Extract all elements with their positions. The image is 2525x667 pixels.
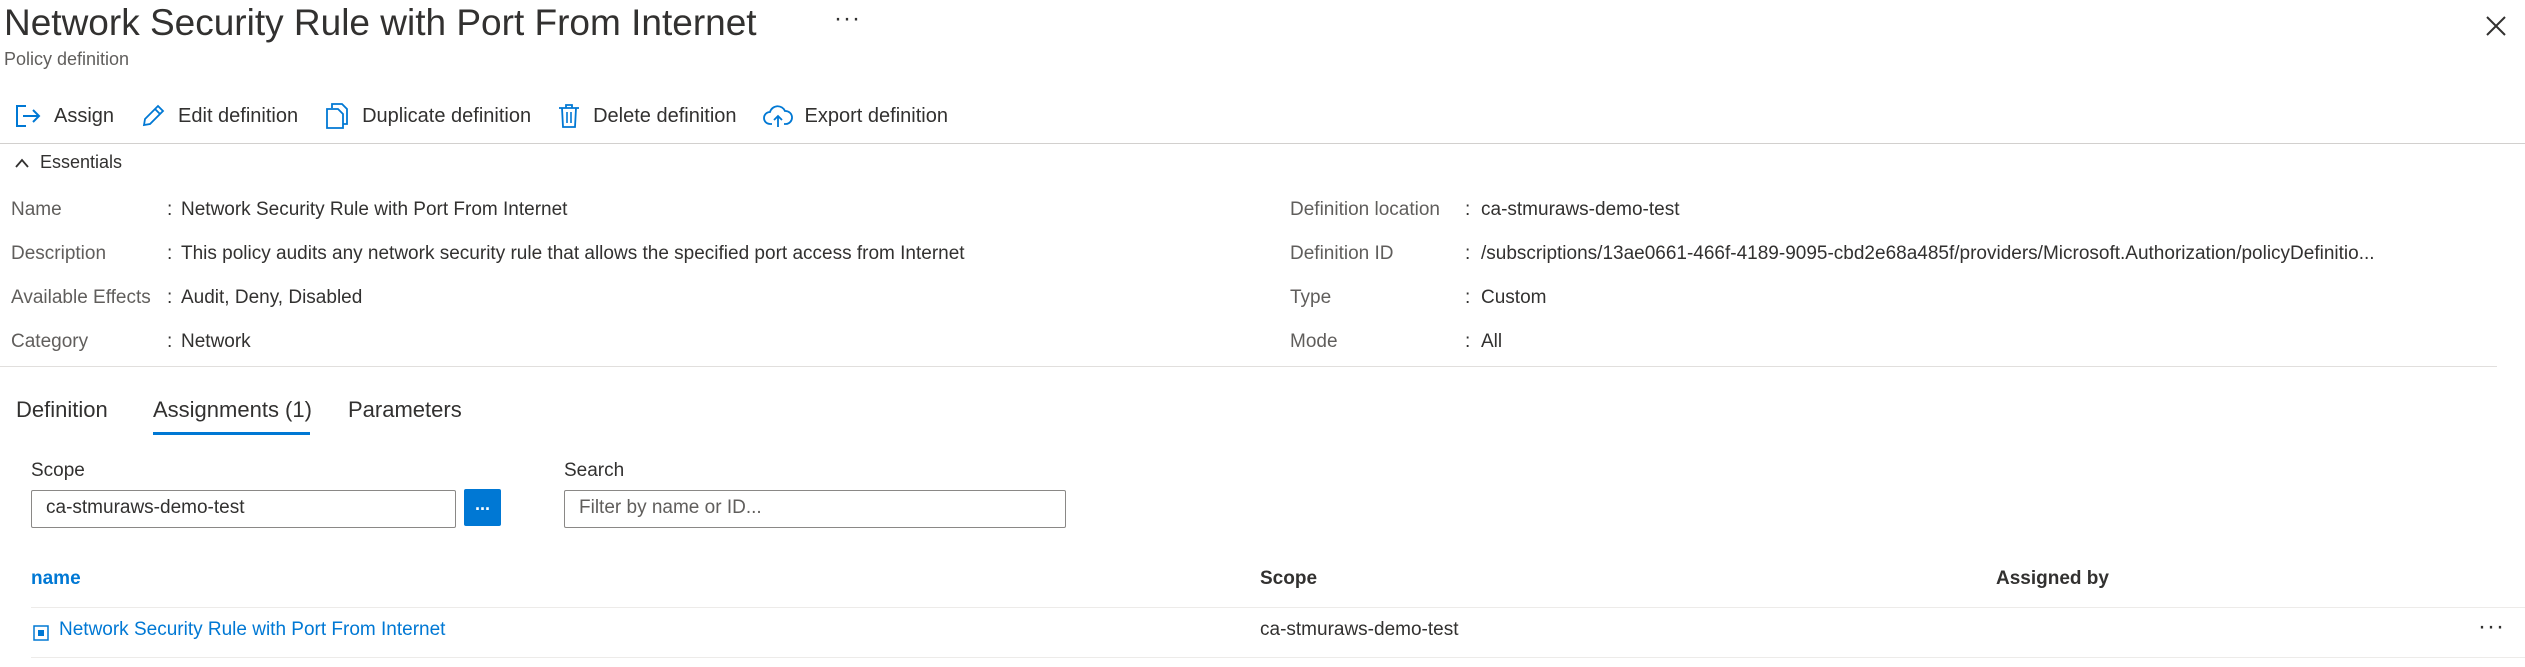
essentials-value: Network — [181, 331, 251, 352]
trash-icon — [559, 104, 580, 128]
delete-definition-button[interactable]: Delete definition — [557, 102, 737, 130]
essentials-colon: : — [167, 243, 173, 264]
essentials-label: Available Effects — [11, 287, 151, 308]
essentials-label: Definition ID — [1290, 243, 1394, 264]
duplicate-definition-label: Duplicate definition — [362, 104, 532, 127]
table-header-divider — [31, 607, 2525, 608]
copy-icon — [326, 103, 349, 129]
essentials-label: Category — [11, 331, 89, 352]
essentials-label: Description — [11, 243, 107, 264]
assignment-name-link[interactable]: Network Security Rule with Port From Int… — [59, 619, 445, 641]
essentials-label: Definition location — [1290, 199, 1440, 220]
search-input[interactable]: Filter by name or ID... — [564, 490, 1066, 528]
page-subtitle: Policy definition — [4, 49, 130, 69]
row-more-icon[interactable]: ··· — [2478, 615, 2505, 639]
column-header-name[interactable]: name — [31, 568, 81, 590]
essentials-divider — [0, 366, 2497, 367]
essentials-value: This policy audits any network security … — [181, 243, 965, 264]
essentials-value: /subscriptions/13ae0661-466f-4189-9095-c… — [1481, 243, 2375, 264]
essentials-colon: : — [1465, 243, 1471, 264]
policy-definition-page: Network Security Rule with Port From Int… — [0, 0, 2525, 667]
essentials-colon: : — [167, 287, 173, 308]
essentials-heading: Essentials — [40, 152, 123, 172]
toolbar-divider — [0, 143, 2525, 144]
scope-picker-button[interactable]: ... — [464, 489, 501, 526]
column-header-assigned-by[interactable]: Assigned by — [1996, 568, 2109, 590]
essentials-value: Audit, Deny, Disabled — [181, 287, 363, 308]
essentials-colon: : — [1465, 331, 1471, 352]
essentials-value: Network Security Rule with Port From Int… — [181, 199, 568, 220]
essentials-label: Name — [11, 199, 62, 220]
essentials-colon: : — [167, 199, 173, 220]
more-options-icon[interactable]: ··· — [834, 4, 861, 34]
scope-label: Scope — [31, 460, 85, 481]
assign-icon — [16, 105, 41, 127]
assign-label: Assign — [54, 104, 115, 127]
close-button[interactable] — [2476, 6, 2516, 46]
assignment-scope: ca-stmuraws-demo-test — [1260, 619, 1459, 640]
scope-field[interactable]: ca-stmuraws-demo-test — [31, 490, 456, 528]
essentials-toggle[interactable]: Essentials — [14, 152, 122, 173]
table-row-divider — [31, 657, 2525, 658]
essentials-label: Mode — [1290, 331, 1338, 352]
delete-definition-label: Delete definition — [593, 104, 737, 127]
assign-button[interactable]: Assign — [14, 103, 114, 129]
essentials-colon: : — [167, 331, 173, 352]
column-header-scope[interactable]: Scope — [1260, 568, 1317, 590]
search-label: Search — [564, 460, 625, 481]
active-tab-indicator — [153, 432, 310, 435]
close-icon — [2486, 16, 2506, 36]
upload-cloud-icon — [762, 105, 793, 127]
edit-definition-button[interactable]: Edit definition — [140, 103, 298, 129]
duplicate-definition-button[interactable]: Duplicate definition — [324, 102, 531, 130]
essentials-colon: : — [1465, 199, 1471, 220]
export-definition-label: Export definition — [804, 104, 948, 127]
policy-assignment-icon — [33, 625, 49, 641]
essentials-value: ca-stmuraws-demo-test — [1481, 199, 1680, 220]
essentials-value: Custom — [1481, 287, 1547, 308]
edit-definition-label: Edit definition — [178, 104, 299, 127]
essentials-colon: : — [1465, 287, 1471, 308]
page-title: Network Security Rule with Port From Int… — [4, 2, 757, 43]
edit-icon — [142, 104, 165, 127]
tab-definition[interactable]: Definition — [16, 392, 108, 438]
chevron-up-icon — [15, 158, 29, 168]
essentials-value: All — [1481, 331, 1503, 352]
tab-parameters[interactable]: Parameters — [348, 392, 462, 438]
export-definition-button[interactable]: Export definition — [762, 103, 948, 129]
essentials-label: Type — [1290, 287, 1332, 308]
command-bar: Assign Edit definition Duplicate definit… — [0, 96, 974, 136]
